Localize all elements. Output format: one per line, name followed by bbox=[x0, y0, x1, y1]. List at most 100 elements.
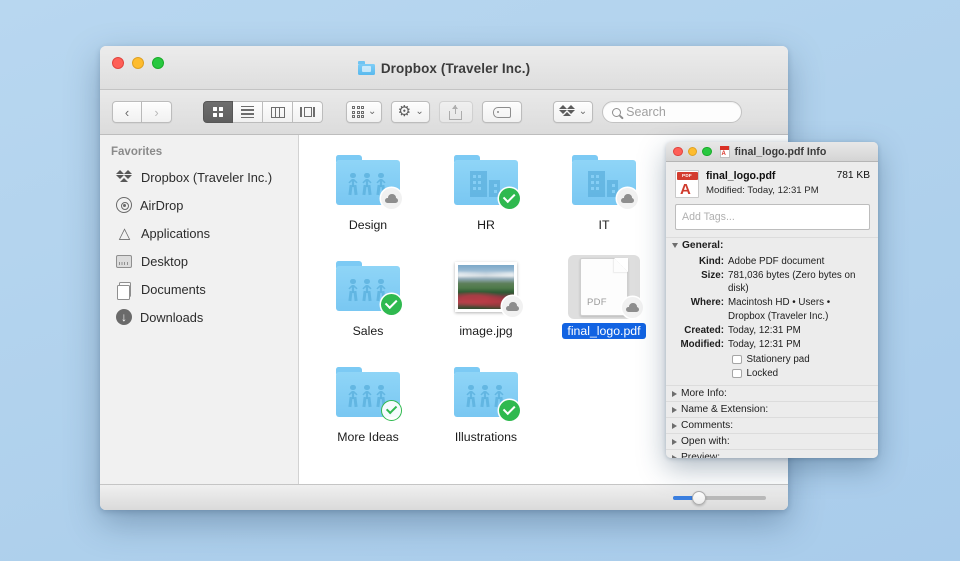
search-icon bbox=[612, 108, 621, 117]
checkbox-stationery-pad[interactable]: Stationery pad bbox=[732, 354, 870, 365]
search-input[interactable]: Search bbox=[602, 101, 742, 123]
view-gallery-button[interactable] bbox=[293, 101, 323, 123]
info-row-created: Created: Today, 12:31 PM bbox=[666, 325, 870, 338]
sidebar-item-dropbox[interactable]: Dropbox (Traveler Inc.) bbox=[100, 163, 298, 191]
folder-icon bbox=[450, 361, 522, 425]
pdf-badge-label: PDF bbox=[677, 172, 698, 180]
chevron-down-icon: ⌄ bbox=[415, 107, 423, 117]
action-button[interactable]: ⚙ ⌄ bbox=[391, 101, 429, 123]
file-item-image-jpg[interactable]: image.jpg bbox=[427, 255, 545, 339]
info-file-name: final_logo.pdf bbox=[706, 170, 775, 182]
section-label: Open with: bbox=[681, 436, 730, 447]
section-general-header[interactable]: General: bbox=[666, 237, 878, 253]
synced-check-badge-icon bbox=[381, 294, 402, 315]
disclosure-triangle-icon bbox=[672, 439, 677, 445]
view-column-button[interactable] bbox=[263, 101, 293, 123]
forward-button[interactable]: › bbox=[142, 101, 172, 123]
sidebar-item-desktop[interactable]: Desktop bbox=[100, 247, 298, 275]
info-row-modified: Modified: Today, 12:31 PM bbox=[666, 339, 870, 352]
checkbox-label: Stationery pad bbox=[747, 354, 810, 365]
checkbox-locked[interactable]: Locked bbox=[732, 368, 870, 379]
close-button[interactable] bbox=[112, 57, 124, 69]
info-window-controls bbox=[673, 147, 712, 157]
info-modified: Modified: Today, 12:31 PM bbox=[706, 185, 830, 196]
sidebar: Favorites Dropbox (Traveler Inc.) AirDro… bbox=[100, 135, 299, 484]
section-name-extension[interactable]: Name & Extension: bbox=[666, 401, 878, 417]
info-file-size: 781 KB bbox=[837, 170, 870, 181]
minimize-button[interactable] bbox=[688, 147, 698, 157]
airdrop-icon bbox=[116, 197, 132, 213]
chevron-left-icon: ‹ bbox=[125, 106, 129, 119]
sidebar-item-airdrop[interactable]: AirDrop bbox=[100, 191, 298, 219]
info-titlebar: A final_logo.pdf Info bbox=[666, 142, 878, 162]
sidebar-item-label: AirDrop bbox=[140, 198, 183, 213]
chevron-right-icon: › bbox=[154, 106, 158, 119]
info-value: Today, 12:31 PM bbox=[728, 325, 801, 338]
checkbox-icon[interactable] bbox=[732, 369, 742, 379]
back-button[interactable]: ‹ bbox=[112, 101, 142, 123]
sidebar-item-label: Dropbox (Traveler Inc.) bbox=[141, 170, 272, 185]
maximize-button[interactable] bbox=[152, 57, 164, 69]
info-window-title: final_logo.pdf Info bbox=[735, 146, 827, 158]
pdf-icon: A bbox=[720, 146, 730, 158]
minimize-button[interactable] bbox=[132, 57, 144, 69]
share-button[interactable] bbox=[439, 101, 473, 123]
file-item-sales[interactable]: Sales bbox=[309, 255, 427, 339]
section-comments[interactable]: Comments: bbox=[666, 417, 878, 433]
photo-thumbnail bbox=[450, 255, 522, 319]
file-item-design[interactable]: Design bbox=[309, 149, 427, 233]
file-item-illustrations[interactable]: Illustrations bbox=[427, 361, 545, 445]
view-list-button[interactable] bbox=[233, 101, 263, 123]
close-button[interactable] bbox=[673, 147, 683, 157]
icon-size-slider[interactable] bbox=[673, 496, 766, 500]
sidebar-item-documents[interactable]: Documents bbox=[100, 275, 298, 303]
file-item-it[interactable]: IT bbox=[545, 149, 663, 233]
info-value: Dropbox (Traveler Inc.) bbox=[728, 311, 828, 324]
folder-icon bbox=[332, 361, 404, 425]
info-row-where-cont: Dropbox (Traveler Inc.) bbox=[666, 311, 870, 324]
file-label: IT bbox=[594, 217, 615, 233]
file-info-window: A final_logo.pdf Info PDF A final_logo.p… bbox=[666, 142, 878, 458]
info-content: PDF A final_logo.pdf Modified: Today, 12… bbox=[666, 162, 878, 458]
section-label: Preview: bbox=[681, 452, 720, 458]
sidebar-item-label: Downloads bbox=[140, 310, 203, 325]
sidebar-item-downloads[interactable]: ↓ Downloads bbox=[100, 303, 298, 331]
file-item-more-ideas[interactable]: More Ideas bbox=[309, 361, 427, 445]
cloud-badge-icon bbox=[381, 188, 402, 209]
sidebar-item-label: Applications bbox=[141, 226, 210, 241]
section-open-with[interactable]: Open with: bbox=[666, 433, 878, 449]
window-controls bbox=[112, 57, 164, 69]
sidebar-item-applications[interactable]: △ Applications bbox=[100, 219, 298, 247]
tags-input[interactable]: Add Tags... bbox=[675, 204, 870, 230]
dropbox-menu-button[interactable]: ⌄ bbox=[553, 101, 593, 123]
section-preview[interactable]: Preview: bbox=[666, 449, 878, 458]
window-title: Dropbox (Traveler Inc.) bbox=[100, 46, 788, 90]
disclosure-triangle-icon bbox=[672, 243, 678, 248]
disclosure-triangle-icon bbox=[672, 407, 677, 413]
tag-icon bbox=[493, 107, 511, 118]
applications-icon: △ bbox=[116, 225, 133, 242]
file-item-final-logo-pdf[interactable]: PDF final_logo.pdf bbox=[545, 255, 663, 339]
cloud-badge-icon bbox=[617, 188, 638, 209]
checkbox-icon[interactable] bbox=[732, 355, 742, 365]
arrange-by-button[interactable]: ⌄ bbox=[346, 101, 382, 123]
finder-statusbar bbox=[100, 484, 788, 510]
tag-button[interactable] bbox=[482, 101, 522, 123]
window-title-text: Dropbox (Traveler Inc.) bbox=[381, 61, 530, 76]
maximize-button[interactable] bbox=[702, 147, 712, 157]
section-label: General: bbox=[682, 240, 723, 251]
file-item-hr[interactable]: HR bbox=[427, 149, 545, 233]
folder-icon bbox=[332, 255, 404, 319]
slider-knob[interactable] bbox=[692, 491, 706, 505]
pdf-type-label: PDF bbox=[587, 297, 607, 308]
column-view-icon bbox=[271, 107, 285, 118]
pdf-icon: PDF A bbox=[675, 170, 699, 198]
file-label: Sales bbox=[348, 323, 389, 339]
section-more-info[interactable]: More Info: bbox=[666, 385, 878, 401]
view-icon-button[interactable] bbox=[203, 101, 233, 123]
search-placeholder: Search bbox=[626, 105, 666, 119]
gear-icon: ⚙ bbox=[397, 105, 411, 119]
info-value: 781,036 bytes (Zero bytes on disk) bbox=[728, 270, 870, 295]
file-label: final_logo.pdf bbox=[562, 323, 645, 339]
info-row-where: Where: Macintosh HD • Users • bbox=[666, 297, 870, 310]
